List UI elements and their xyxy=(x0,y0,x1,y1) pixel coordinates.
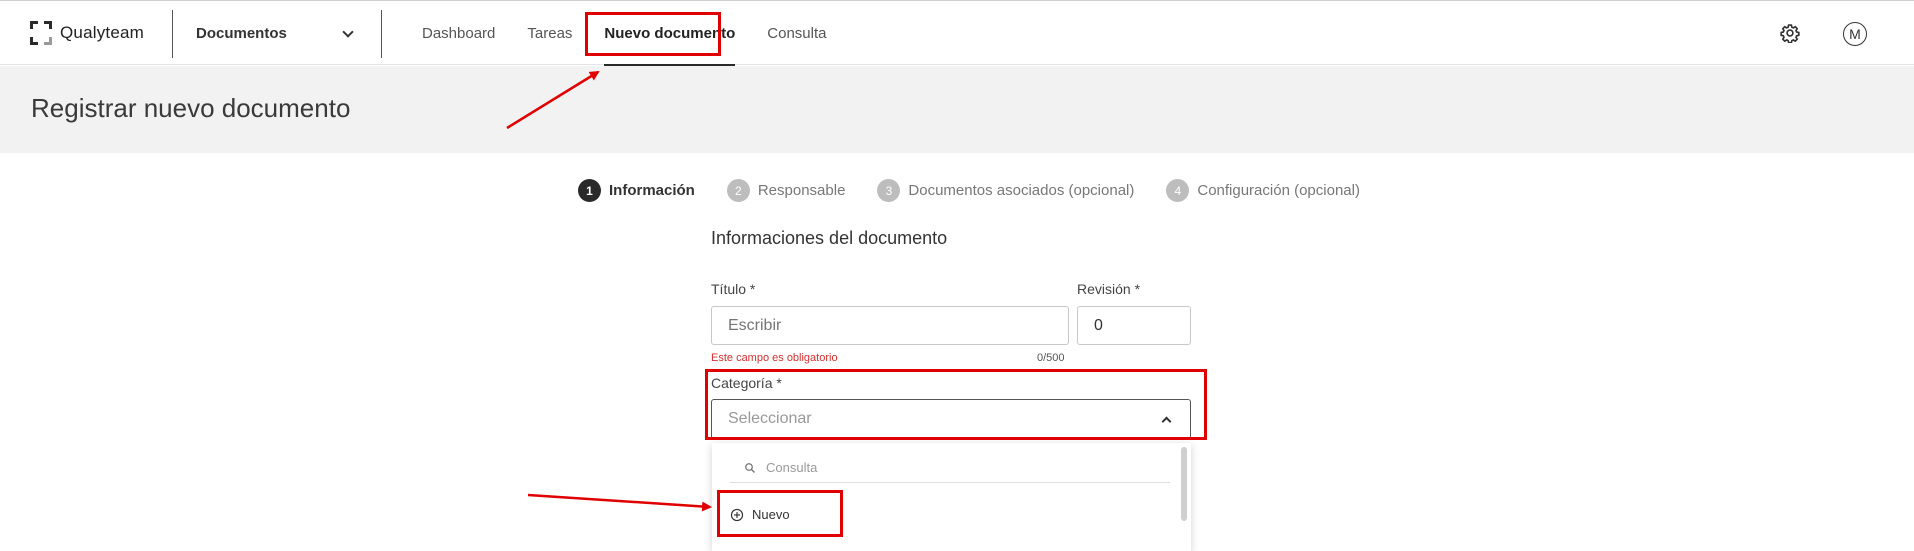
revision-input[interactable]: 0 xyxy=(1077,306,1191,345)
highlight-box-nav xyxy=(585,12,721,56)
title-char-counter: 0/500 xyxy=(1037,352,1065,364)
divider xyxy=(172,10,173,58)
step-number: 3 xyxy=(877,179,901,202)
stepper: 1 Información 2 Responsable 3 Documentos… xyxy=(578,179,1392,202)
divider xyxy=(381,10,382,58)
step-label: Responsable xyxy=(757,182,846,199)
section-title: Informaciones del documento xyxy=(711,228,948,248)
step-label: Configuración (opcional) xyxy=(1197,182,1360,199)
step-responsable[interactable]: 2 Responsable xyxy=(726,179,846,202)
gear-icon[interactable] xyxy=(1780,23,1800,43)
arrow-to-new-option xyxy=(527,493,712,512)
module-selector-label: Documentos xyxy=(196,25,287,42)
nav-consulta[interactable]: Consulta xyxy=(767,1,826,66)
nav-dashboard[interactable]: Dashboard xyxy=(422,1,495,66)
title-error-message: Este campo es obligatorio xyxy=(711,352,838,364)
chevron-down-icon xyxy=(342,25,354,38)
nav-label: Tareas xyxy=(527,25,573,42)
dropdown-search xyxy=(730,453,1170,483)
step-informacion[interactable]: 1 Información xyxy=(578,179,695,202)
step-number: 2 xyxy=(726,179,750,202)
nav-tareas[interactable]: Tareas xyxy=(527,1,572,66)
highlight-box-new-option xyxy=(717,490,843,537)
nav-label: Dashboard xyxy=(422,25,496,42)
page-title: Registrar nuevo documento xyxy=(31,93,351,123)
revision-label: Revisión * xyxy=(1077,281,1141,297)
top-bar: Qualyteam Documentos Dashboard Tareas Nu… xyxy=(0,0,1914,66)
step-number: 4 xyxy=(1166,179,1190,202)
title-label: Título * xyxy=(711,281,756,297)
brand-name: Qualyteam xyxy=(60,23,145,42)
nav-label: Consulta xyxy=(767,25,827,42)
logo-icon xyxy=(30,21,52,45)
step-configuracion[interactable]: 4 Configuración (opcional) xyxy=(1166,179,1360,202)
dropdown-search-input[interactable] xyxy=(766,460,1146,475)
page-header: Registrar nuevo documento xyxy=(0,66,1914,153)
search-icon xyxy=(745,462,755,473)
step-label: Documentos asociados (opcional) xyxy=(908,182,1135,199)
highlight-box-category xyxy=(705,369,1207,440)
brand-logo[interactable]: Qualyteam xyxy=(30,21,144,45)
title-input[interactable] xyxy=(711,306,1069,345)
module-selector[interactable]: Documentos xyxy=(196,25,356,42)
step-documentos-asociados[interactable]: 3 Documentos asociados (opcional) xyxy=(877,179,1134,202)
step-label: Información xyxy=(609,182,695,199)
step-number: 1 xyxy=(578,179,601,202)
avatar[interactable]: M xyxy=(1843,22,1867,46)
dropdown-scrollbar[interactable] xyxy=(1181,447,1187,521)
